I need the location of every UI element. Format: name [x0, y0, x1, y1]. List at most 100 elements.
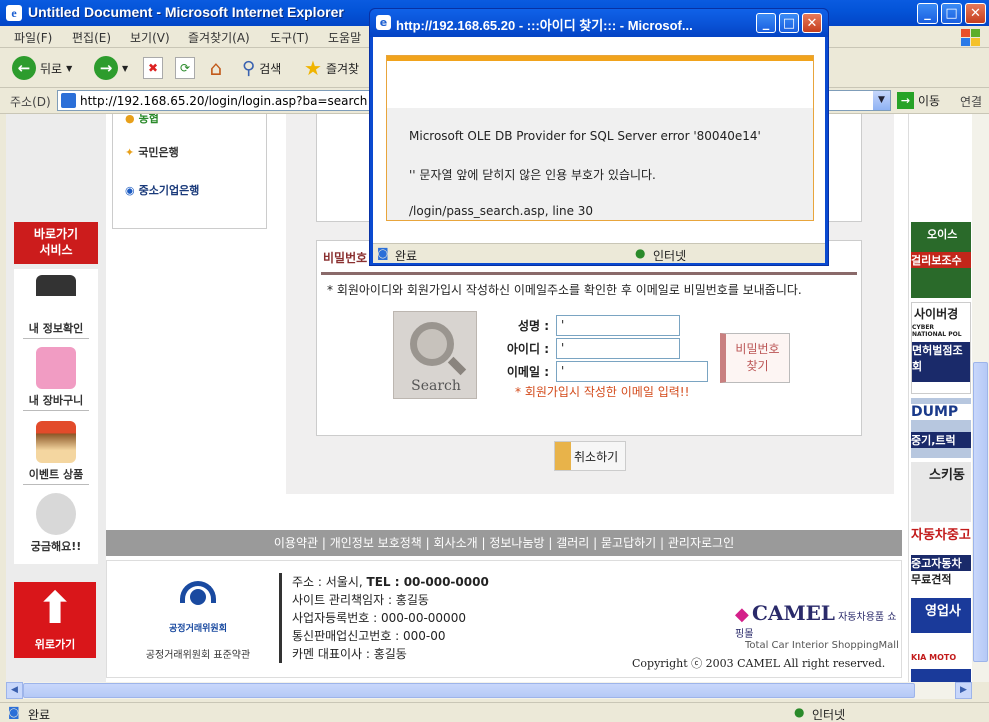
stop-icon: ✖	[143, 57, 163, 79]
dropdown-icon: ▼	[122, 63, 129, 73]
brand-name: CAMEL	[752, 601, 835, 625]
go-arrow-icon: →	[897, 92, 914, 109]
home-icon: ⌂	[209, 56, 223, 80]
magnifier-icon	[410, 322, 454, 366]
search-image: Search	[393, 311, 477, 399]
quick-item-label: 내 장바구니	[28, 394, 84, 407]
camel-logo-icon: ◆	[735, 604, 749, 625]
email-label: 이메일 :	[506, 365, 549, 379]
back-button[interactable]: ← 뒤로 ▼	[12, 55, 72, 81]
page-status-icon: ◙	[8, 705, 20, 719]
ftc-badge[interactable]: 공정거래위원회 공정거래위원회 표준약관	[133, 581, 263, 661]
menu-tools[interactable]: 도구(T)	[270, 29, 309, 46]
quick-item-cart[interactable]: 내 장바구니	[14, 347, 98, 411]
refresh-button[interactable]: ⟳	[175, 55, 195, 81]
couple-icon	[36, 275, 76, 317]
pw-description: * 회원아이디와 회원가입시 작성하신 이메일주소를 확인한 후 이메일로 비밀…	[327, 283, 802, 297]
footer-nav[interactable]: 이용약관 | 개인정보 보호정책 | 회사소개 | 정보나눔방 | 갤러리 | …	[106, 530, 902, 556]
forward-button[interactable]: → ▼	[94, 55, 128, 81]
up-arrow-icon: ⬆	[36, 583, 74, 634]
vertical-scroll-thumb[interactable]	[973, 362, 988, 662]
menu-edit[interactable]: 편집(E)	[72, 29, 111, 46]
star-icon: ★	[304, 56, 322, 80]
name-input[interactable]: '	[556, 315, 680, 336]
horizontal-scroll-thumb[interactable]	[23, 683, 915, 698]
ad-text: 영업사	[925, 604, 961, 619]
cancel-icon	[555, 442, 571, 470]
ceo-line: 카멘 대표이사 : 홍길동	[292, 647, 407, 661]
ad-oasis[interactable]: 오이스 걸리보조수	[911, 222, 971, 298]
ad-text: 무료견적	[911, 573, 952, 586]
go-button[interactable]: → 이동	[897, 92, 940, 109]
menu-view[interactable]: 보기(V)	[130, 29, 170, 46]
scroll-right-icon[interactable]: ▶	[955, 682, 972, 699]
bank-list: ● 농협 ✦ 국민은행 ◉ 중소기업은행	[112, 114, 267, 229]
search-button[interactable]: ⚲ 검색	[242, 55, 281, 81]
headset-icon	[36, 493, 76, 535]
quick-item-myinfo[interactable]: 내 정보확인	[14, 275, 98, 339]
ad-text: 자동차중고	[911, 528, 971, 543]
kb-logo-icon: ✦	[125, 145, 135, 159]
close-button[interactable]: ✕	[965, 3, 986, 24]
ad-kia[interactable]: 영업사 KIA MOTO	[911, 598, 971, 682]
dropdown-icon: ▼	[66, 63, 73, 73]
maximize-button[interactable]: □	[941, 3, 962, 24]
id-label: 아이디 :	[506, 342, 549, 356]
refresh-icon: ⟳	[175, 57, 195, 79]
scroll-left-icon[interactable]: ◀	[6, 682, 23, 699]
address-line: 주소 : 서울시, TEL : 00-000-0000	[292, 573, 489, 591]
pw-divider	[321, 272, 857, 275]
quick-item-event[interactable]: 이벤트 상품	[14, 421, 98, 485]
go-label: 이동	[918, 94, 941, 108]
mail-order-line: 통신판매업신고번호 : 000-00	[292, 629, 446, 643]
menu-file[interactable]: 파일(F)	[14, 29, 52, 46]
popup-title-bar[interactable]: e http://192.168.65.20 - :::아이디 찾기::: - …	[370, 9, 828, 37]
horizontal-scrollbar[interactable]: ◀ ▶	[6, 682, 972, 699]
popup-close-button[interactable]: ✕	[802, 13, 822, 33]
menu-favorites[interactable]: 즐겨찾기(A)	[188, 29, 250, 46]
minimize-button[interactable]: _	[917, 3, 938, 24]
bank-label: 국민은행	[138, 146, 179, 159]
biz-no-line: 사업자등록번호 : 000-00-00000	[292, 611, 466, 625]
address-url: http://192.168.65.20/login/login.asp?ba=…	[80, 94, 368, 108]
error-line-3: /login/pass_search.asp, line 30	[409, 204, 594, 218]
popup-body: Microsoft OLE DB Provider for SQL Server…	[373, 37, 825, 263]
ad-cyber-police[interactable]: 사이버경 CYBER NATIONAL POL 면허벌점조회	[911, 302, 971, 394]
copyright: Copyright ⓒ 2003 CAMEL All right reserve…	[632, 657, 886, 670]
bank-kb[interactable]: ✦ 국민은행	[125, 144, 179, 160]
ad-dump[interactable]: DUMP 중기,트럭	[911, 398, 971, 458]
nh-logo-icon: ●	[125, 114, 135, 125]
popup-maximize-button[interactable]: □	[779, 13, 799, 33]
ad-used-car[interactable]: 자동차중고 중고자동차 무료견적	[911, 524, 971, 594]
ad-text: 스키동	[929, 468, 965, 483]
find-password-button[interactable]: 비밀번호 찾기	[720, 333, 790, 383]
address-dropdown-icon[interactable]: ▼	[873, 91, 890, 110]
error-box: Microsoft OLE DB Provider for SQL Server…	[386, 55, 814, 221]
email-input[interactable]: '	[556, 361, 708, 382]
bank-ibk[interactable]: ◉ 중소기업은행	[125, 182, 199, 198]
back-arrow-icon: ←	[12, 56, 36, 80]
ad-ski[interactable]: 스키동	[911, 462, 971, 522]
bank-nh[interactable]: ● 농협	[125, 114, 159, 126]
popup-minimize-button[interactable]: _	[756, 13, 776, 33]
vertical-scrollbar[interactable]	[972, 114, 989, 682]
window-title: Untitled Document - Microsoft Internet E…	[28, 4, 344, 20]
stop-button[interactable]: ✖	[143, 55, 163, 81]
ad-text: 면허벌점조회	[912, 342, 970, 382]
quick-item-qna[interactable]: 궁금해요!!	[14, 493, 98, 554]
favorites-button[interactable]: ★ 즐겨찾	[304, 55, 359, 81]
address-label: 주소(D)	[10, 95, 51, 109]
quick-item-label: 이벤트 상품	[28, 468, 84, 481]
popup-window: e http://192.168.65.20 - :::아이디 찾기::: - …	[369, 8, 829, 266]
popup-status-text: 완료	[395, 249, 418, 263]
email-hint: * 회원가입시 작성한 이메일 입력!!	[515, 385, 690, 399]
globe-icon: ●	[635, 246, 646, 260]
cancel-button[interactable]: 취소하기	[554, 441, 626, 471]
menu-help[interactable]: 도움말	[328, 29, 361, 46]
links-label[interactable]: 연결	[960, 93, 982, 110]
home-button[interactable]: ⌂	[204, 55, 228, 81]
top-button[interactable]: ⬆ 위로가기	[14, 582, 96, 658]
page-icon	[61, 93, 76, 108]
search-icon: ⚲	[242, 57, 256, 79]
id-input[interactable]: '	[556, 338, 680, 359]
